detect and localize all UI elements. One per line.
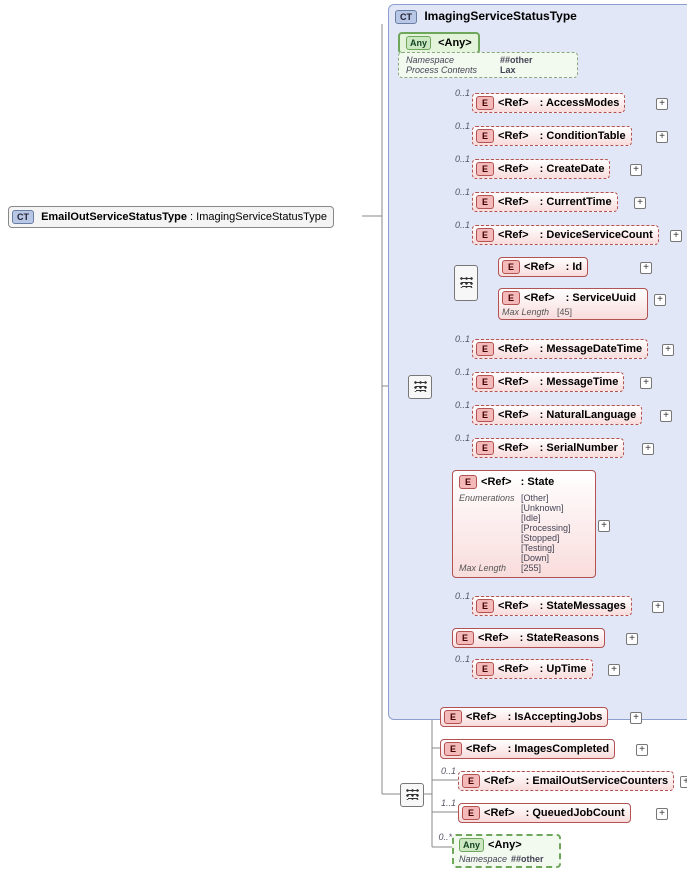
element-badge-icon: E	[476, 228, 494, 242]
element-badge-icon: E	[476, 599, 494, 613]
expand-icon[interactable]: +	[630, 164, 642, 176]
expand-icon[interactable]: +	[656, 98, 668, 110]
element-badge-icon: E	[476, 408, 494, 422]
cardinality-label: 0..1	[442, 591, 470, 601]
any-badge-icon: Any	[459, 838, 484, 852]
expand-icon[interactable]: +	[640, 262, 652, 274]
any-badge-icon: Any	[406, 36, 431, 50]
any-wildcard[interactable]: Any <Any>	[398, 32, 480, 54]
expand-icon[interactable]: +	[660, 410, 672, 422]
element-badge-icon: E	[502, 291, 520, 305]
any-wildcard-bottom[interactable]: Any<Any> Namespace##other	[452, 834, 561, 868]
cardinality-label: 0..1	[428, 766, 456, 776]
cardinality-label: 0..1	[442, 154, 470, 164]
expand-icon[interactable]: +	[670, 230, 682, 242]
ref-up-time[interactable]: E<Ref> : UpTime	[472, 659, 593, 679]
element-badge-icon: E	[476, 195, 494, 209]
ct-badge-icon: CT	[395, 10, 417, 24]
expand-icon[interactable]: +	[652, 601, 664, 613]
choice-compositor-icon[interactable]	[454, 265, 478, 301]
ref-message-time[interactable]: E<Ref> : MessageTime	[472, 372, 624, 392]
element-badge-icon: E	[462, 774, 480, 788]
sequence-compositor-icon[interactable]	[408, 375, 432, 399]
expand-icon[interactable]: +	[680, 776, 687, 788]
cardinality-label: 1..1	[428, 798, 456, 808]
cardinality-label: 0..1	[442, 367, 470, 377]
ref-images-completed[interactable]: E<Ref> : ImagesCompleted	[440, 739, 615, 759]
element-badge-icon: E	[476, 662, 494, 676]
cardinality-label: 0..1	[442, 334, 470, 344]
expand-icon[interactable]: +	[598, 520, 610, 532]
expand-icon[interactable]: +	[656, 131, 668, 143]
ref-email-out-service-counters[interactable]: E<Ref> : EmailOutServiceCounters	[458, 771, 674, 791]
ref-message-date-time[interactable]: E<Ref> : MessageDateTime	[472, 339, 648, 359]
cardinality-label: 0..1	[442, 433, 470, 443]
ref-state-messages[interactable]: E<Ref> : StateMessages	[472, 596, 632, 616]
element-badge-icon: E	[476, 342, 494, 356]
element-badge-icon: E	[476, 441, 494, 455]
expand-icon[interactable]: +	[634, 197, 646, 209]
ct-badge-icon: CT	[12, 210, 34, 224]
ref-service-uuid[interactable]: E<Ref> : ServiceUuid Max Length[45]	[498, 288, 648, 320]
ref-condition-table[interactable]: E<Ref> : ConditionTable	[472, 126, 632, 146]
element-badge-icon: E	[456, 631, 474, 645]
element-badge-icon: E	[459, 475, 477, 489]
sequence-compositor-icon[interactable]	[400, 783, 424, 807]
element-badge-icon: E	[476, 96, 494, 110]
expand-icon[interactable]: +	[654, 294, 666, 306]
ref-current-time[interactable]: E<Ref> : CurrentTime	[472, 192, 618, 212]
expand-icon[interactable]: +	[656, 808, 668, 820]
ref-device-service-count[interactable]: E<Ref> : DeviceServiceCount	[472, 225, 659, 245]
cardinality-label: 0..1	[442, 654, 470, 664]
cardinality-label: 0..*	[424, 832, 452, 842]
ref-create-date[interactable]: E<Ref> : CreateDate	[472, 159, 610, 179]
ref-natural-language[interactable]: E<Ref> : NaturalLanguage	[472, 405, 642, 425]
expand-icon[interactable]: +	[626, 633, 638, 645]
cardinality-label: 0..1	[442, 88, 470, 98]
element-badge-icon: E	[502, 260, 520, 274]
element-badge-icon: E	[444, 710, 462, 724]
ref-is-accepting-jobs[interactable]: E<Ref> : IsAcceptingJobs	[440, 707, 608, 727]
ref-queued-job-count[interactable]: E<Ref> : QueuedJobCount	[458, 803, 631, 823]
element-badge-icon: E	[462, 806, 480, 820]
ref-serial-number[interactable]: E<Ref> : SerialNumber	[472, 438, 624, 458]
element-badge-icon: E	[476, 162, 494, 176]
expand-icon[interactable]: +	[640, 377, 652, 389]
ref-state-reasons[interactable]: E<Ref> : StateReasons	[452, 628, 605, 648]
cardinality-label: 0..1	[442, 121, 470, 131]
expand-icon[interactable]: +	[642, 443, 654, 455]
ref-access-modes[interactable]: E<Ref> : AccessModes	[472, 93, 625, 113]
root-complex-type[interactable]: CT EmailOutServiceStatusType : ImagingSe…	[8, 206, 334, 228]
expand-icon[interactable]: +	[636, 744, 648, 756]
any-facets: Namespace##other Process ContentsLax	[398, 52, 578, 78]
ref-state[interactable]: E<Ref> : State Enumerations[Other] [Unkn…	[452, 470, 596, 578]
element-badge-icon: E	[444, 742, 462, 756]
element-badge-icon: E	[476, 375, 494, 389]
cardinality-label: 0..1	[442, 187, 470, 197]
ref-id[interactable]: E<Ref> : Id	[498, 257, 588, 277]
expand-icon[interactable]: +	[630, 712, 642, 724]
expand-icon[interactable]: +	[662, 344, 674, 356]
cardinality-label: 0..1	[442, 220, 470, 230]
element-badge-icon: E	[476, 129, 494, 143]
expand-icon[interactable]: +	[608, 664, 620, 676]
cardinality-label: 0..1	[442, 400, 470, 410]
